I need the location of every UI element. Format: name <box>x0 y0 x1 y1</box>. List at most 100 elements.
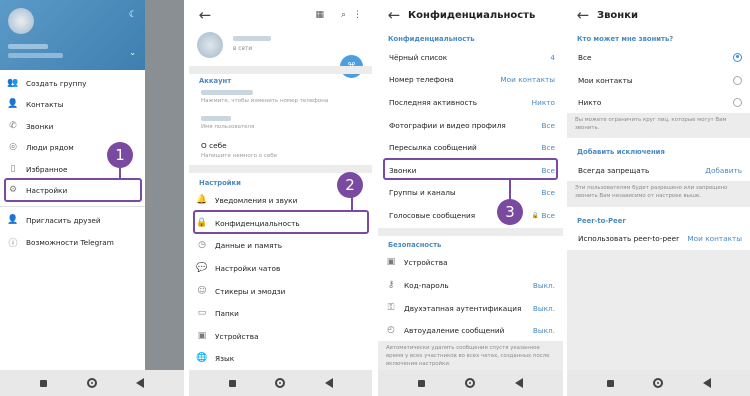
account-header: Аккаунт <box>199 77 232 85</box>
drawer-item-invite[interactable]: 👤 Пригласить друзей <box>0 213 145 227</box>
privacy-row-photos[interactable]: Фотографии и видео профиля Все <box>378 118 563 132</box>
drawer-item-label: Пригласить друзей <box>26 215 101 225</box>
timer-icon: ◴ <box>387 325 395 335</box>
back-nav-icon[interactable] <box>324 378 333 388</box>
step-badge-1: 1 <box>107 142 133 168</box>
devices-icon: ▣ <box>386 257 396 267</box>
row-label: Чёрный список <box>389 52 448 62</box>
settings-item-folders[interactable]: ▭ Папки <box>189 306 372 320</box>
lock-icon: 🔒 <box>531 211 539 219</box>
radio-unselected[interactable] <box>733 75 742 85</box>
home-icon[interactable] <box>465 378 475 388</box>
drawer-item-label: Контакты <box>26 99 64 109</box>
back-arrow-icon[interactable]: ← <box>569 6 597 24</box>
privacy-row-forwards[interactable]: Пересылка сообщений Все <box>378 140 563 154</box>
row-value: Все <box>541 142 555 152</box>
privacy-row-phone[interactable]: Номер телефона Мои контакты <box>378 72 563 86</box>
username-hint: Имя пользователя <box>201 124 255 130</box>
people-nearby-icon: ◎ <box>9 142 17 152</box>
home-icon[interactable] <box>275 378 285 388</box>
settings-callout <box>4 178 142 202</box>
system-nav-bar <box>189 370 372 396</box>
back-arrow-icon[interactable]: ← <box>380 6 408 24</box>
settings-item-devices[interactable]: ▣ Устройства <box>189 329 372 343</box>
settings-item-label: Уведомления и звуки <box>215 195 298 205</box>
group-icon: 👥 <box>7 78 19 88</box>
security-row-autodelete[interactable]: ◴ Автоудаление сообщений Выкл. <box>378 323 563 337</box>
settings-item-label: Папки <box>215 308 239 318</box>
back-nav-icon[interactable] <box>702 378 711 388</box>
autodelete-note: Автоматически удалять сообщения спустя у… <box>378 341 563 370</box>
more-icon[interactable]: ⋮ <box>353 10 362 20</box>
chevron-down-icon[interactable]: ⌄ <box>129 48 136 57</box>
drawer-item-create-group[interactable]: 👥 Создать группу <box>0 76 145 90</box>
row-label: Пересылка сообщений <box>389 142 477 152</box>
privacy-row-voice[interactable]: Голосовые сообщения 🔒 Все <box>378 208 563 222</box>
always-deny-row[interactable]: Всегда запрещать Добавить <box>567 163 750 177</box>
settings-item-chats[interactable]: 💬 Настройки чатов <box>189 261 372 275</box>
step-badge-2: 2 <box>337 172 363 198</box>
recents-icon[interactable] <box>39 379 47 387</box>
option-label: Мои контакты <box>578 75 633 85</box>
settings-item-label: Данные и память <box>215 240 283 250</box>
p2p-row[interactable]: Использовать peer-to-peer Мои контакты <box>567 231 750 245</box>
about-label[interactable]: О себе <box>201 141 227 150</box>
exceptions-header: Добавить исключения <box>577 148 665 156</box>
search-icon[interactable]: ⌕ <box>341 10 346 20</box>
drawer-item-label: Люди рядом <box>26 142 74 152</box>
avatar[interactable] <box>8 8 34 34</box>
add-exception-button[interactable]: Добавить <box>705 166 742 175</box>
phone-icon: ✆ <box>9 121 17 131</box>
row-label: Использовать peer-to-peer <box>578 233 680 243</box>
row-label: Голосовые сообщения <box>389 210 476 220</box>
back-nav-icon[interactable] <box>515 378 523 388</box>
drawer-item-calls[interactable]: ✆ Звонки <box>0 119 145 133</box>
bookmark-icon: ▯ <box>10 164 16 174</box>
settings-item-data[interactable]: ◷ Данные и память <box>189 238 372 252</box>
drawer-item-label: Звонки <box>26 121 54 131</box>
option-label: Все <box>578 52 592 62</box>
qr-icon[interactable]: ▦ <box>315 10 324 20</box>
home-icon[interactable] <box>653 378 663 388</box>
radio-unselected[interactable] <box>733 97 742 107</box>
row-label: Двухэтапная аутентификация <box>404 303 522 313</box>
night-mode-icon[interactable]: ☾ <box>129 10 137 20</box>
chat-list-shadow <box>145 0 184 370</box>
callout-connector <box>351 196 353 210</box>
who-can-call-note: Вы можете ограничить круг лиц, которые м… <box>567 113 750 138</box>
privacy-row-groups[interactable]: Группы и каналы Все <box>378 185 563 199</box>
settings-item-label: Язык <box>215 353 235 363</box>
drawer-item-contacts[interactable]: 👤 Контакты <box>0 97 145 111</box>
privacy-panel: ← Конфиденциальность Конфиденциальность Ч… <box>378 0 563 396</box>
recents-icon[interactable] <box>228 379 236 387</box>
about-hint: Напишите немного о себе <box>201 153 278 159</box>
recents-icon[interactable] <box>606 379 614 387</box>
back-arrow-icon[interactable]: ← <box>191 6 219 24</box>
home-icon[interactable] <box>86 378 97 388</box>
option-everybody[interactable]: Все <box>567 50 750 64</box>
radio-selected[interactable] <box>733 52 742 62</box>
system-nav-bar <box>378 370 563 396</box>
row-label: Устройства <box>404 257 448 267</box>
row-value: Мои контакты <box>500 74 555 84</box>
avatar[interactable] <box>197 32 223 58</box>
recents-icon[interactable] <box>418 379 425 387</box>
security-row-2fa[interactable]: ⚿ Двухэтапная аутентификация Выкл. <box>378 301 563 315</box>
security-row-passcode[interactable]: ⚷ Код-пароль Выкл. <box>378 278 563 292</box>
online-status: в сети <box>233 46 253 52</box>
drawer-item-features[interactable]: ⓘ Возможности Telegram <box>0 235 145 249</box>
row-label: Автоудаление сообщений <box>404 325 505 335</box>
back-nav-icon[interactable] <box>136 378 145 388</box>
drawer-menu: 👥 Создать группу 👤 Контакты ✆ Звонки ◎ Люди … <box>0 70 145 370</box>
row-value: Выкл. <box>532 280 555 290</box>
security-row-devices[interactable]: ▣ Устройства <box>378 255 563 269</box>
privacy-row-last-seen[interactable]: Последняя активность Никто <box>378 95 563 109</box>
calls-callout <box>383 158 558 180</box>
settings-item-language[interactable]: 🌐 Язык <box>189 351 372 365</box>
row-value: Выкл. <box>532 303 555 313</box>
sticker-icon: ☺ <box>197 286 207 296</box>
option-my-contacts[interactable]: Мои контакты <box>567 73 750 87</box>
settings-item-stickers[interactable]: ☺ Стикеры и эмодзи <box>189 284 372 298</box>
privacy-row-blocked[interactable]: Чёрный список 4 <box>378 50 563 64</box>
option-nobody[interactable]: Никто <box>567 95 750 109</box>
